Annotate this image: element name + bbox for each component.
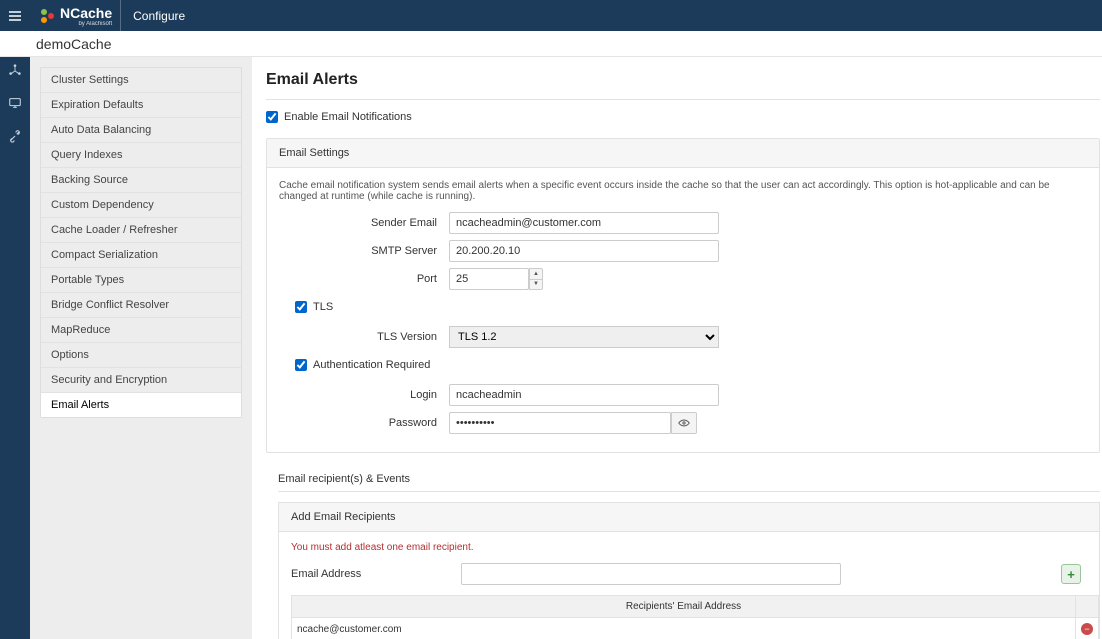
monitor-icon[interactable] <box>8 96 22 115</box>
settings-nav: Cluster SettingsExpiration DefaultsAuto … <box>30 57 252 639</box>
sidebar-item-expiration-defaults[interactable]: Expiration Defaults <box>41 93 241 118</box>
table-row: ncache@customer.com− <box>292 618 1099 639</box>
recipients-table: Recipients' Email Address ncache@custome… <box>291 595 1099 639</box>
tls-checkbox[interactable]: TLS <box>295 301 333 313</box>
sidebar-item-query-indexes[interactable]: Query Indexes <box>41 143 241 168</box>
enable-notifications-input[interactable] <box>266 111 278 123</box>
page-title: Email Alerts <box>266 71 1100 89</box>
menu-toggle[interactable] <box>0 8 30 24</box>
add-recipients-card: Add Email Recipients You must add atleas… <box>278 502 1100 639</box>
tls-input[interactable] <box>295 301 307 313</box>
login-label: Login <box>279 389 449 401</box>
recipients-header: Email recipient(s) & Events <box>278 473 1100 485</box>
breadcrumb: demoCache <box>0 31 1102 57</box>
email-settings-card: Email Settings Cache email notification … <box>266 138 1100 453</box>
smtp-server-label: SMTP Server <box>279 245 449 257</box>
brand-logo[interactable]: NCache by Alachisoft <box>30 0 121 31</box>
port-spinner[interactable]: ▲▼ <box>529 268 543 290</box>
main-content: Email Alerts Enable Email Notifications … <box>252 57 1102 639</box>
cluster-icon[interactable] <box>8 63 22 82</box>
brand-name: NCache <box>60 5 112 21</box>
recipient-warning: You must add atleast one email recipient… <box>291 542 1099 553</box>
email-settings-header: Email Settings <box>267 139 1099 168</box>
sidebar-item-custom-dependency[interactable]: Custom Dependency <box>41 193 241 218</box>
email-address-label: Email Address <box>291 568 411 580</box>
sidebar-item-email-alerts[interactable]: Email Alerts <box>41 393 241 417</box>
auth-required-checkbox[interactable]: Authentication Required <box>295 359 430 371</box>
recipient-cell: ncache@customer.com <box>292 618 1076 639</box>
icon-rail <box>0 57 30 639</box>
password-label: Password <box>279 417 449 429</box>
table-header: Recipients' Email Address <box>292 596 1076 618</box>
configure-link[interactable]: Configure <box>121 9 197 23</box>
sidebar-item-bridge-conflict-resolver[interactable]: Bridge Conflict Resolver <box>41 293 241 318</box>
sidebar-item-compact-serialization[interactable]: Compact Serialization <box>41 243 241 268</box>
sidebar-item-auto-data-balancing[interactable]: Auto Data Balancing <box>41 118 241 143</box>
port-label: Port <box>279 273 449 285</box>
port-input[interactable] <box>449 268 529 290</box>
sidebar-item-cache-loader-refresher[interactable]: Cache Loader / Refresher <box>41 218 241 243</box>
sender-email-input[interactable] <box>449 212 719 234</box>
tls-version-label: TLS Version <box>279 331 449 343</box>
add-recipients-header: Add Email Recipients <box>279 503 1099 532</box>
enable-notifications-checkbox[interactable]: Enable Email Notifications <box>266 111 412 123</box>
sidebar-item-backing-source[interactable]: Backing Source <box>41 168 241 193</box>
sender-email-label: Sender Email <box>279 217 449 229</box>
sidebar-item-mapreduce[interactable]: MapReduce <box>41 318 241 343</box>
sidebar-item-portable-types[interactable]: Portable Types <box>41 268 241 293</box>
email-address-input[interactable] <box>461 563 841 585</box>
smtp-server-input[interactable] <box>449 240 719 262</box>
sidebar-item-security-and-encryption[interactable]: Security and Encryption <box>41 368 241 393</box>
login-input[interactable] <box>449 384 719 406</box>
auth-required-input[interactable] <box>295 359 307 371</box>
tls-version-select[interactable]: TLS 1.2 <box>449 326 719 348</box>
brand-byline: by Alachisoft <box>58 21 112 27</box>
topbar: NCache by Alachisoft Configure <box>0 0 1102 31</box>
password-input[interactable] <box>449 412 671 434</box>
remove-recipient-button[interactable]: − <box>1081 623 1093 635</box>
sidebar-item-cluster-settings[interactable]: Cluster Settings <box>41 68 241 93</box>
sidebar-item-options[interactable]: Options <box>41 343 241 368</box>
settings-description: Cache email notification system sends em… <box>279 180 1087 202</box>
add-recipient-button[interactable]: + <box>1061 564 1081 584</box>
toggle-password-icon[interactable] <box>671 412 697 434</box>
tools-icon[interactable] <box>8 129 22 148</box>
